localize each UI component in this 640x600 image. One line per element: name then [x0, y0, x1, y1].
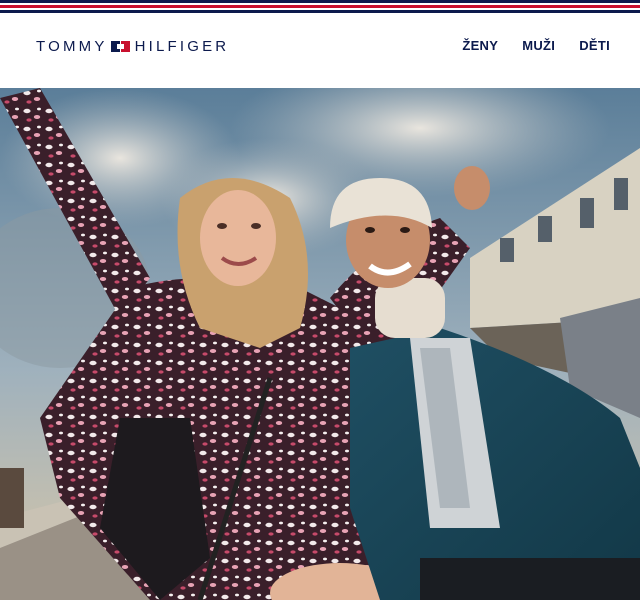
hero-photo	[0, 88, 640, 600]
brand-logo[interactable]: TOMMY HILFIGER	[36, 37, 229, 55]
tommy-flag-icon	[110, 40, 130, 52]
brand-stripe	[0, 0, 640, 14]
nav-item-men[interactable]: MUŽI	[522, 38, 555, 53]
site-header: TOMMY HILFIGER ŽENY MUŽI DĚTI	[0, 14, 640, 92]
nav-item-women[interactable]: ŽENY	[462, 38, 498, 53]
logo-text-right: HILFIGER	[134, 37, 230, 55]
logo-text-left: TOMMY	[36, 37, 108, 55]
hero-banner[interactable]	[0, 88, 640, 600]
nav-item-kids[interactable]: DĚTI	[579, 38, 610, 53]
main-nav: ŽENY MUŽI DĚTI	[462, 38, 610, 53]
page: TOMMY HILFIGER ŽENY MUŽI DĚTI	[0, 0, 640, 600]
